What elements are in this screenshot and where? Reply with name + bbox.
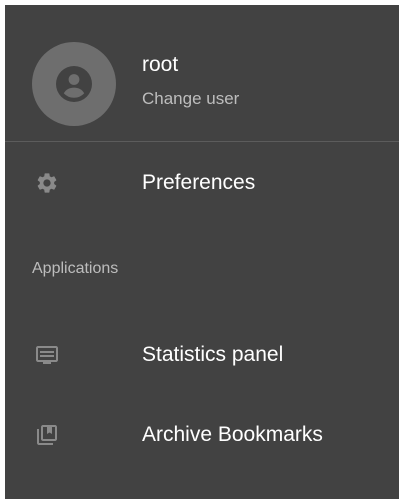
user-name: root xyxy=(142,53,179,76)
change-user-link[interactable]: Change user xyxy=(142,89,239,109)
menu-item-preferences[interactable]: Preferences xyxy=(5,155,399,211)
menu-item-statistics-panel[interactable]: Statistics panel xyxy=(5,327,399,383)
account-circle-icon xyxy=(56,66,92,102)
menu-item-label: Archive Bookmarks xyxy=(142,423,323,446)
menu-item-label: Statistics panel xyxy=(142,343,284,366)
menu-item-label: Preferences xyxy=(142,171,256,194)
section-header-applications: Applications xyxy=(32,260,119,277)
bookmark-library-icon xyxy=(37,425,57,445)
header-divider xyxy=(5,141,399,142)
monitor-icon xyxy=(36,346,58,364)
navigation-drawer: root Change user Preferences Application… xyxy=(5,5,399,499)
user-header[interactable]: root Change user xyxy=(5,5,399,143)
gear-icon xyxy=(37,173,57,193)
menu-item-archive-bookmarks[interactable]: Archive Bookmarks xyxy=(5,407,399,463)
avatar[interactable] xyxy=(32,42,116,126)
